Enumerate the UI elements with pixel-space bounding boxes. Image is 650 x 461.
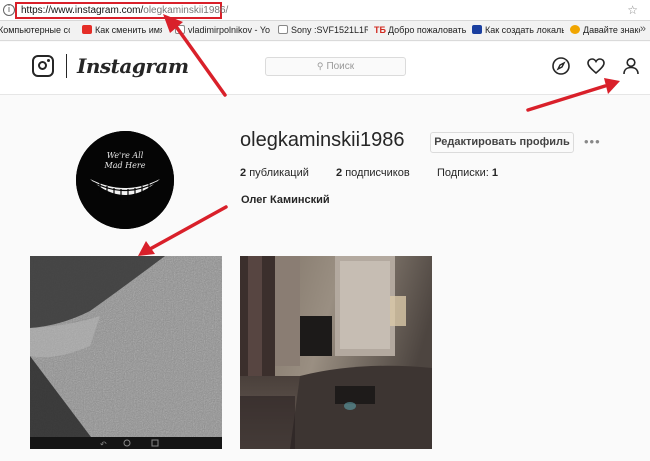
post-room-photo[interactable] [240,256,432,449]
page-icon [175,25,185,34]
url-field[interactable]: https://www.instagram.com/olegkaminskii1… [15,2,228,19]
stat-followers[interactable]: 2 подписчиков [336,167,410,179]
bookmarks-more-icon[interactable]: » [640,23,646,35]
tb-logo-icon: ТБ [374,25,386,35]
arrow-head-post [138,241,155,256]
bookmark-item-2[interactable]: vladimirpolnikov - Yo [175,25,270,35]
bookmark-item-3[interactable]: Sony :SVF1521L1R : Ж [278,25,368,35]
options-icon[interactable]: ••• [584,134,601,149]
browser-address-bar: i https://www.instagram.com/olegkaminski… [0,0,650,21]
url-path: olegkaminskii1986/ [143,5,229,16]
heart-icon[interactable] [586,56,606,76]
instagram-header: Instagram ⚲ Поиск [0,42,650,95]
arrow-to-post [148,205,228,251]
bookmark-item-4[interactable]: ТБ Добро пожаловать [374,25,466,35]
bookmark-item-0[interactable]: Компьютерные сове [0,25,70,35]
bookmark-item-5[interactable]: Как создать локальн [472,25,564,35]
search-placeholder: Поиск [326,61,355,72]
search-icon: ⚲ [316,61,324,71]
bookmarks-bar: Компьютерные сове Как сменить имя в vlad… [0,21,650,41]
site-info-icon[interactable]: i [3,4,15,16]
post-carpet-photo[interactable]: ↶ [30,256,222,449]
bookmark-item-6[interactable]: Давайте знакомит [570,25,640,35]
room-photo-image [240,256,432,449]
bookmark-star-icon[interactable]: ☆ [627,3,638,17]
cheshire-smile-image: We're All Mad Here [76,131,174,229]
stat-following[interactable]: Подписки: 1 [437,167,498,179]
windows-icon [472,25,482,34]
logo-divider [66,54,67,78]
url-host: https://www.instagram.com/ [21,5,144,16]
avatar-text-line2: Mad Here [104,161,146,170]
svg-text:↶: ↶ [99,440,107,449]
carpet-photo-image: ↶ [30,256,222,449]
search-input[interactable]: ⚲ Поиск [265,57,406,76]
explore-compass-icon[interactable] [551,56,571,76]
avatar[interactable]: We're All Mad Here [76,131,174,229]
page-icon [278,25,288,34]
avatar-text-line1: We're All [107,151,144,160]
edit-profile-button[interactable]: Редактировать профиль [430,132,574,153]
instagram-logo[interactable]: Instagram [77,54,189,78]
circle-icon [570,25,580,34]
youtube-icon [82,25,92,34]
profile-person-icon[interactable] [621,56,641,76]
profile-username: olegkaminskii1986 [240,129,405,151]
stat-posts: 2 публикаций [240,167,309,179]
bookmark-item-1[interactable]: Как сменить имя в [82,25,162,35]
profile-full-name: Олег Каминский [241,194,330,206]
url-text: https://www.instagram.com/olegkaminskii1… [21,5,228,16]
instagram-camera-icon[interactable] [32,55,54,77]
